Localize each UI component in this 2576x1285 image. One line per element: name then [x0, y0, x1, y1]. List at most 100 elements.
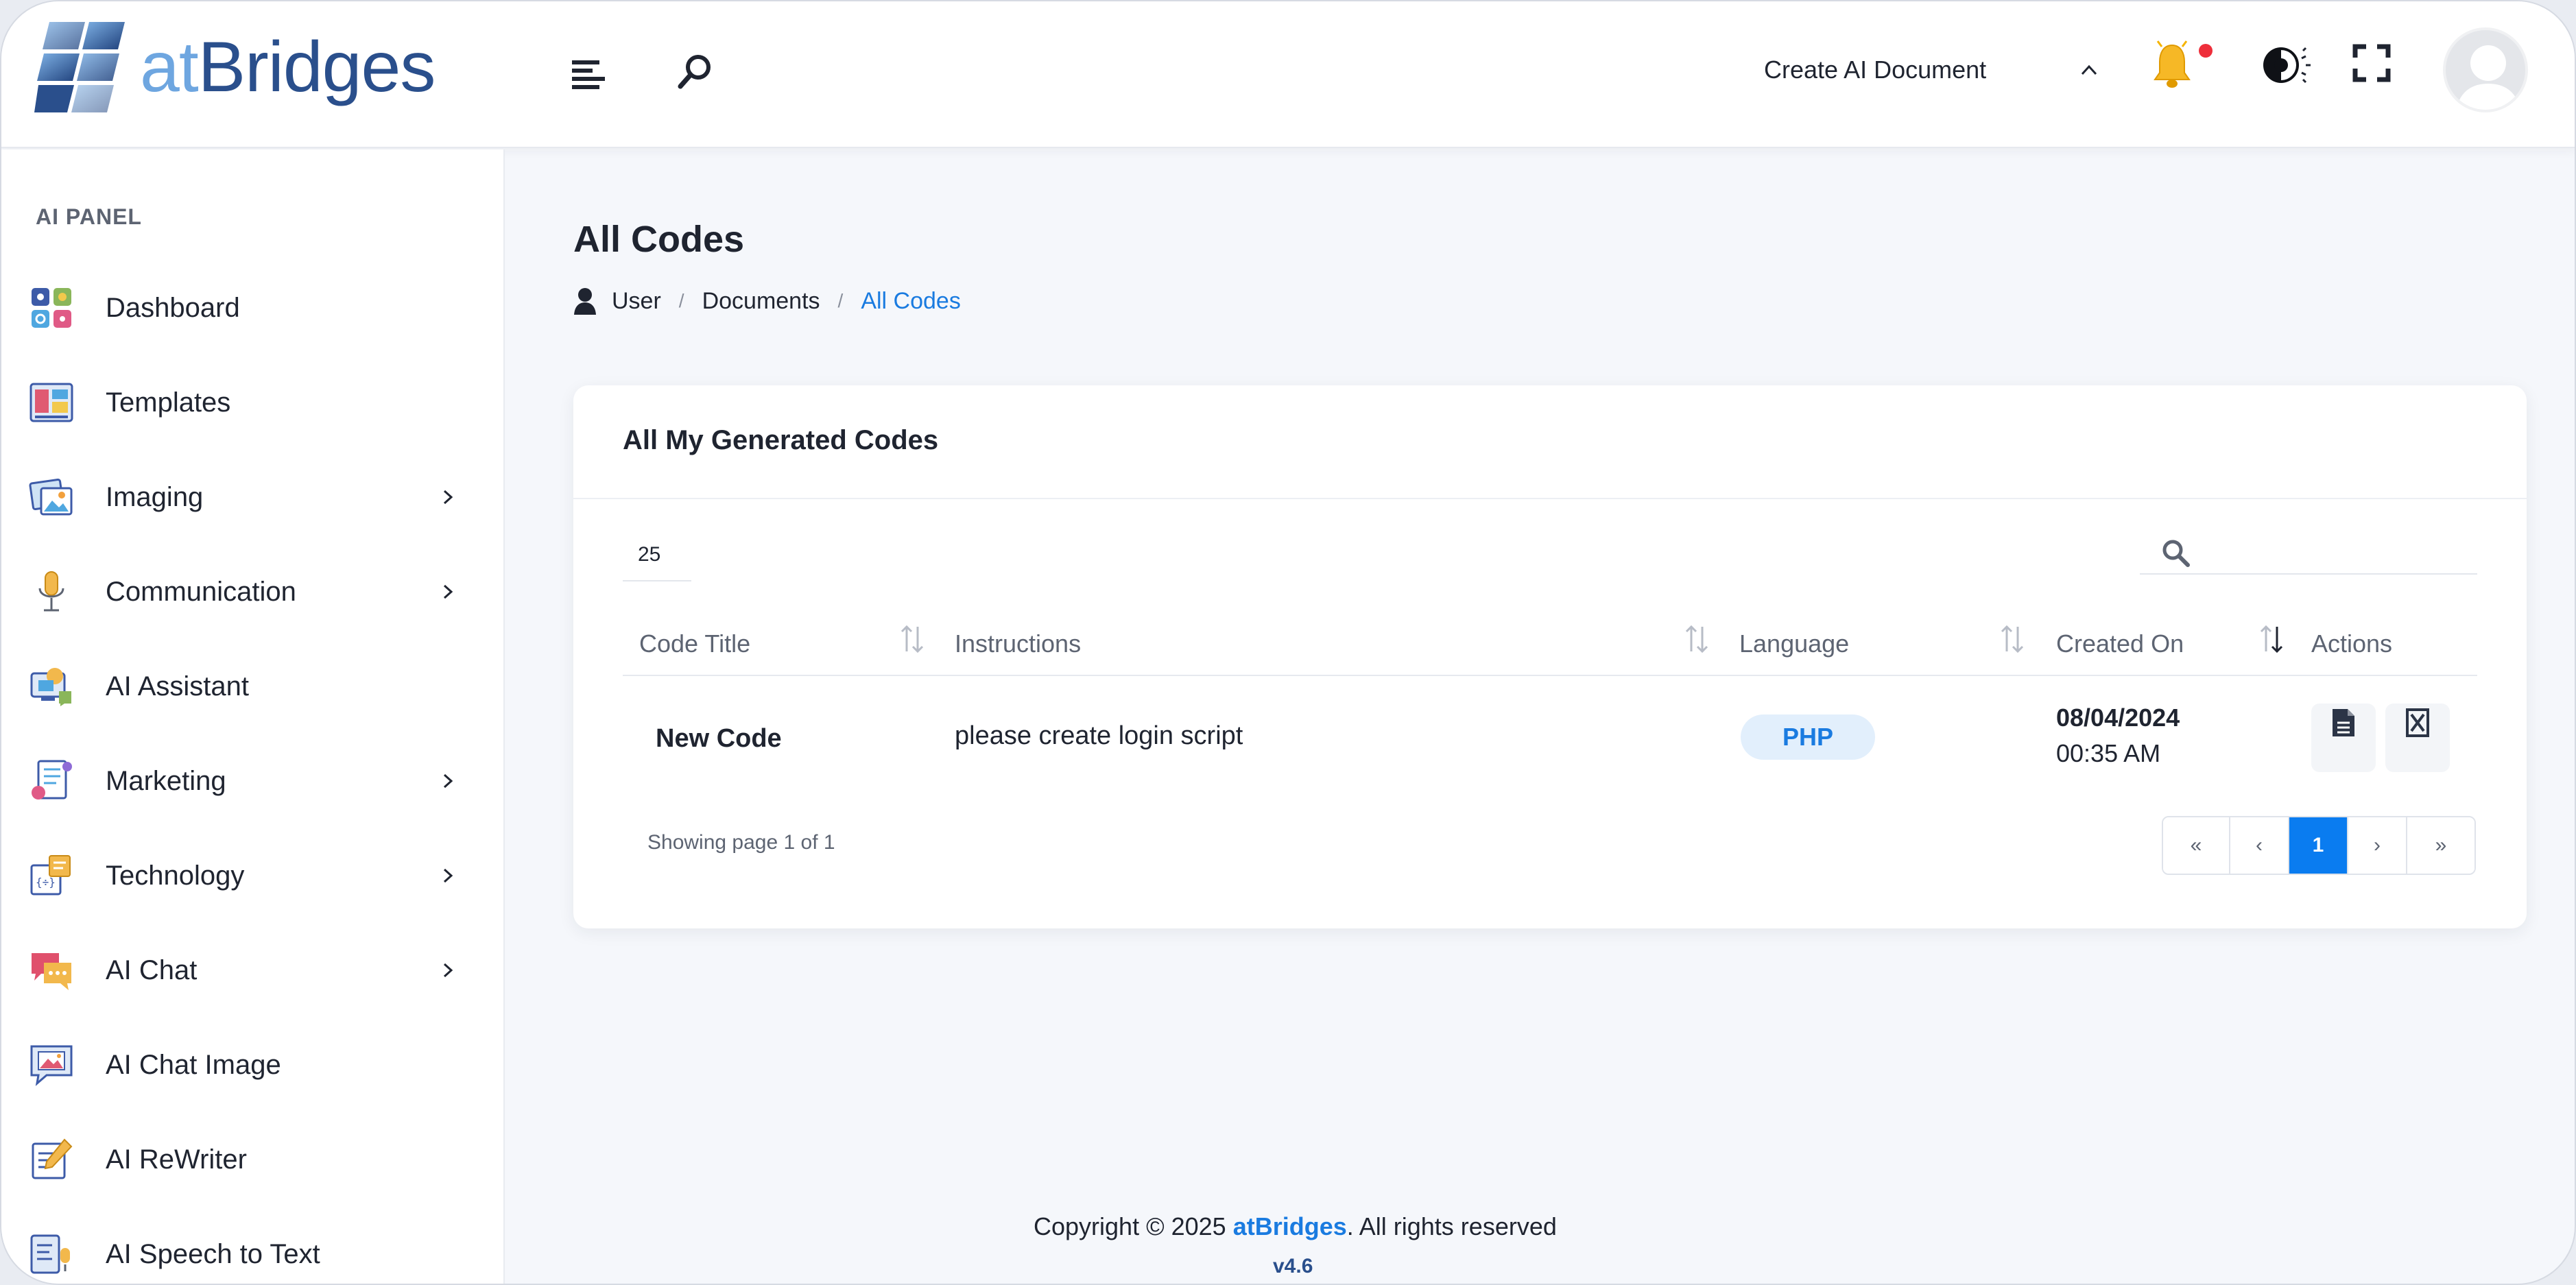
- sidebar-item-label: AI Speech to Text: [106, 1238, 320, 1269]
- first-page-button[interactable]: «: [2163, 817, 2230, 874]
- logo-text-at: at: [140, 27, 199, 107]
- next-page-button[interactable]: ›: [2348, 817, 2407, 874]
- table-header-divider: [623, 675, 2477, 676]
- sidebar-item-label: Imaging: [106, 481, 204, 512]
- sidebar-item-technology[interactable]: {÷} Technology: [1, 838, 505, 913]
- copyright-suffix: . All rights reserved: [1346, 1212, 1557, 1240]
- imaging-icon: [29, 479, 73, 516]
- assistant-icon: [30, 668, 71, 706]
- chevron-right-icon: [443, 963, 453, 978]
- create-ai-document-menu[interactable]: Create AI Document: [1764, 49, 1986, 91]
- top-header: atBridges Create AI Document: [1, 1, 2575, 148]
- sidebar-item-marketing[interactable]: Marketing: [1, 743, 505, 819]
- search-input[interactable]: [2202, 531, 2469, 568]
- chevron-right-icon: [443, 773, 453, 789]
- breadcrumb-separator: /: [837, 290, 844, 311]
- rewriter-icon: [32, 1138, 73, 1179]
- sidebar-item-label: AI Chat Image: [106, 1049, 281, 1080]
- view-document-button[interactable]: [2311, 704, 2376, 772]
- brand-logo[interactable]: atBridges: [34, 19, 436, 115]
- sidebar-item-label: AI Chat: [106, 954, 198, 985]
- sidebar-item-ai-rewriter[interactable]: AI ReWriter: [1, 1122, 505, 1197]
- speech-to-text-icon: [30, 1234, 70, 1274]
- chat-icon: [32, 953, 71, 990]
- page-1-button[interactable]: 1: [2289, 817, 2348, 874]
- sidebar-item-ai-assistant[interactable]: AI Assistant: [1, 649, 505, 724]
- copyright-prefix: Copyright © 2025: [1034, 1212, 1233, 1240]
- user-silhouette-icon: [2456, 45, 2520, 110]
- prev-page-button[interactable]: ‹: [2230, 817, 2289, 874]
- breadcrumb: User / Documents / All Codes: [573, 284, 961, 318]
- logo-text: atBridges: [140, 27, 436, 108]
- search-icon: [2162, 540, 2190, 567]
- fullscreen-icon[interactable]: [2352, 44, 2391, 82]
- chevron-right-icon: [443, 868, 453, 883]
- sidebar-item-label: Technology: [106, 860, 245, 891]
- last-page-button[interactable]: »: [2407, 817, 2474, 874]
- technology-icon: {÷}: [30, 855, 71, 896]
- sort-icon[interactable]: [1999, 621, 2026, 657]
- sidebar-item-ai-chat-image[interactable]: AI Chat Image: [1, 1027, 505, 1103]
- user-avatar[interactable]: [2443, 27, 2528, 112]
- cell-created-date: 08/04/2024: [2056, 704, 2180, 732]
- codes-card: All My Generated Codes 25 Code Title Ins…: [573, 385, 2527, 928]
- sidebar-item-templates[interactable]: Templates: [1, 365, 505, 440]
- menu-icon[interactable]: [569, 55, 608, 93]
- sidebar-item-label: Marketing: [106, 765, 226, 796]
- marketing-icon: [32, 760, 72, 800]
- app-version: v4.6: [1273, 1255, 1313, 1277]
- footer-copyright: Copyright © 2025 atBridges. All rights r…: [1034, 1212, 1557, 1241]
- chevron-right-icon: [443, 584, 453, 599]
- breadcrumb-documents[interactable]: Documents: [702, 288, 820, 315]
- sort-icon[interactable]: [1683, 621, 1710, 657]
- pagination-info: Showing page 1 of 1: [647, 831, 835, 854]
- sidebar-item-dashboard[interactable]: Dashboard: [1, 270, 505, 346]
- sidebar: AI PANEL Dashboard Templates Imaging Com…: [1, 149, 505, 1284]
- delete-button[interactable]: [2385, 704, 2450, 772]
- logo-mark-icon: [34, 22, 125, 112]
- breadcrumb-all-codes: All Codes: [861, 287, 961, 314]
- page-title: All Codes: [573, 219, 745, 260]
- user-icon: [574, 288, 596, 315]
- theme-toggle-icon[interactable]: [2258, 41, 2313, 89]
- column-header-created-on[interactable]: Created On: [2056, 621, 2184, 666]
- sidebar-item-ai-speech-to-text[interactable]: AI Speech to Text: [1, 1216, 505, 1284]
- cell-created-time: 00:35 AM: [2056, 739, 2161, 767]
- logo-text-bridges: Bridges: [198, 27, 436, 107]
- sidebar-item-label: Templates: [106, 387, 231, 418]
- delete-icon: [2406, 708, 2429, 737]
- sidebar-item-ai-chat[interactable]: AI Chat: [1, 933, 505, 1008]
- sidebar-item-label: AI ReWriter: [106, 1144, 247, 1175]
- templates-icon: [29, 383, 73, 422]
- chevron-right-icon: [443, 490, 453, 505]
- search-icon[interactable]: [675, 51, 716, 92]
- notification-badge: [2199, 44, 2213, 58]
- column-header-instructions[interactable]: Instructions: [955, 621, 1081, 666]
- panel-title: AI PANEL: [36, 204, 142, 229]
- cell-instructions: please create login script: [955, 721, 1243, 750]
- dashboard-icon: [32, 288, 71, 328]
- card-title: All My Generated Codes: [623, 425, 939, 455]
- chat-image-icon: [30, 1045, 73, 1086]
- cell-code-title[interactable]: New Code: [656, 724, 782, 754]
- sidebar-item-label: AI Assistant: [106, 671, 249, 701]
- breadcrumb-separator: /: [678, 290, 684, 311]
- app-window: atBridges Create AI Document AI PANEL Da…: [0, 0, 2576, 1285]
- page-size-select[interactable]: 25: [623, 529, 691, 581]
- column-header-language[interactable]: Language: [1739, 621, 1849, 666]
- sort-icon[interactable]: [898, 621, 926, 657]
- sort-desc-icon[interactable]: [2258, 621, 2285, 657]
- sidebar-item-communication[interactable]: Communication: [1, 554, 505, 629]
- sidebar-item-label: Communication: [106, 576, 296, 607]
- sidebar-item-imaging[interactable]: Imaging: [1, 459, 505, 535]
- language-badge: PHP: [1741, 714, 1875, 760]
- card-divider: [573, 498, 2527, 499]
- sidebar-item-label: Dashboard: [106, 292, 240, 323]
- chevron-up-icon[interactable]: [2077, 58, 2101, 82]
- breadcrumb-user[interactable]: User: [612, 288, 661, 315]
- table-search: [2140, 524, 2477, 575]
- footer-brand-link[interactable]: atBridges: [1233, 1212, 1347, 1240]
- bell-icon[interactable]: [2149, 37, 2195, 92]
- column-header-code-title[interactable]: Code Title: [639, 621, 750, 666]
- document-icon: [2333, 709, 2354, 736]
